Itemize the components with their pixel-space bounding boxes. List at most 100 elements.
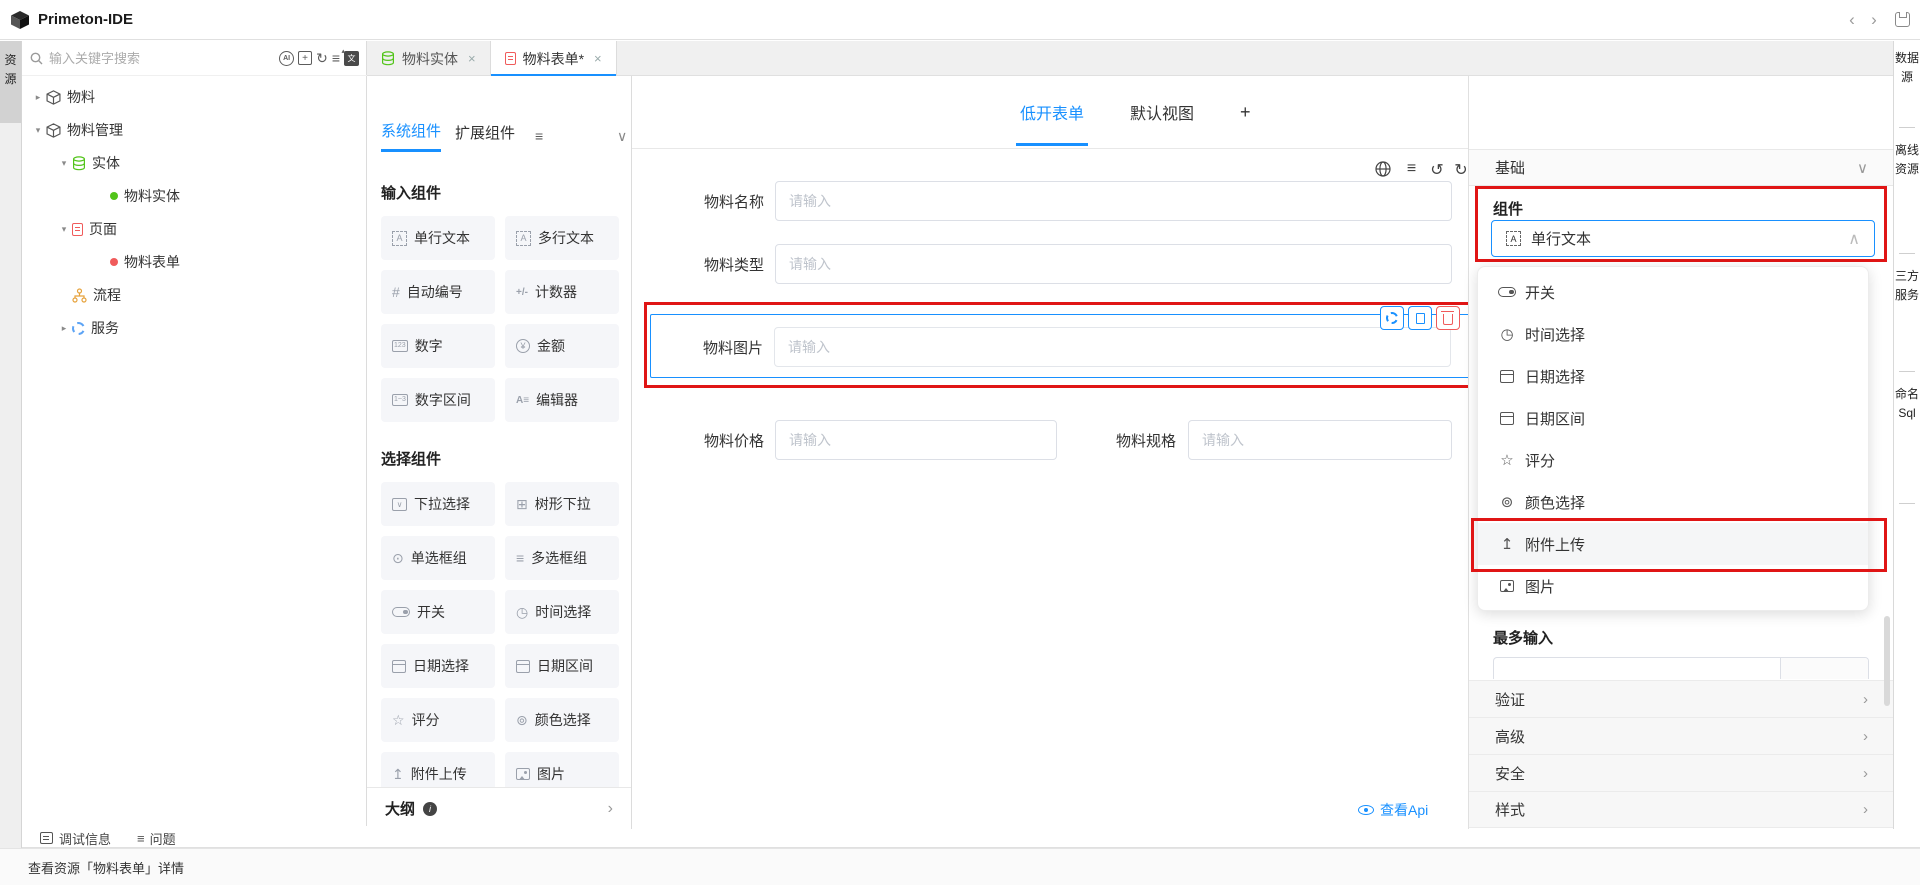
save-icon[interactable]: [1895, 12, 1910, 27]
component-time-picker[interactable]: ◷时间选择: [505, 590, 619, 634]
collapse-arrow-icon[interactable]: ▾: [56, 224, 72, 235]
rail-tab-named-sql[interactable]: 命名Sql: [1894, 385, 1920, 423]
new-resource-icon[interactable]: +: [298, 51, 312, 65]
inspector-section-basic[interactable]: 基础 ∨: [1469, 149, 1894, 186]
i18n-globe-icon[interactable]: [1374, 160, 1392, 178]
option-switch[interactable]: 开关: [1478, 271, 1868, 313]
field-delete-button[interactable]: [1436, 306, 1460, 330]
debug-info-button[interactable]: 调试信息: [40, 829, 111, 848]
component-amount[interactable]: ¥金额: [505, 324, 619, 368]
bottom-toolbar: 调试信息 ≡ 问题: [22, 829, 1920, 848]
field-label-material-image: 物料图片: [687, 327, 763, 367]
component-type-select[interactable]: A 单行文本 ∧: [1491, 220, 1875, 257]
undo-icon[interactable]: ↺: [1426, 160, 1448, 180]
component-tree-select[interactable]: ⊞树形下拉: [505, 482, 619, 526]
close-tab-icon[interactable]: ×: [468, 51, 476, 66]
inspector-section-security[interactable]: 安全›: [1469, 754, 1894, 791]
component-type-value: 单行文本: [1531, 228, 1848, 249]
tree-item-service[interactable]: ▸ 服务: [56, 314, 119, 342]
ai-assist-icon[interactable]: AI: [279, 51, 294, 66]
expand-arrow-icon[interactable]: ▸: [56, 323, 72, 334]
search-input[interactable]: [49, 51, 214, 66]
component-multi-line-text[interactable]: A多行文本: [505, 216, 619, 260]
view-tab-lowcode-form[interactable]: 低开表单: [1020, 100, 1084, 124]
tree-item-material-entity[interactable]: 物料实体: [110, 182, 180, 210]
translate-icon[interactable]: 文: [344, 51, 359, 66]
tree-item-material-form[interactable]: 物料表单: [110, 248, 180, 276]
editor-tab-material-entity[interactable]: 物料实体 ×: [367, 41, 491, 76]
outline-footer[interactable]: 大纲 i ›: [367, 787, 631, 829]
image-icon: [1500, 580, 1514, 592]
option-rating[interactable]: ☆评分: [1478, 439, 1868, 481]
option-color-picker[interactable]: ⊚颜色选择: [1478, 481, 1868, 523]
rail-tab-data-source[interactable]: 数据源: [1894, 49, 1920, 87]
chevron-up-icon: ∧: [1848, 229, 1860, 249]
nav-back-icon[interactable]: ‹: [1841, 10, 1863, 30]
divider: [1899, 503, 1915, 504]
field-input-material-name[interactable]: [775, 181, 1452, 221]
outline-list-icon[interactable]: ≡: [1400, 160, 1422, 178]
rail-tab-third-party-services[interactable]: 三方服务: [1894, 267, 1920, 305]
inspector-scrollbar[interactable]: [1884, 616, 1890, 706]
component-counter[interactable]: +/-计数器: [505, 270, 619, 314]
component-panel-tabs: 系统组件 扩展组件 ≡ ∨: [381, 120, 543, 152]
field-copy-button[interactable]: [1408, 306, 1432, 330]
tab-extension-components[interactable]: 扩展组件: [455, 122, 515, 151]
component-dropdown[interactable]: ∨下拉选择: [381, 482, 495, 526]
stepper-handle[interactable]: [1780, 658, 1868, 679]
tree-item-material-mgmt[interactable]: ▾ 物料管理: [30, 116, 123, 144]
problems-button[interactable]: ≡ 问题: [137, 829, 176, 848]
field-input-material-image[interactable]: [774, 327, 1451, 367]
field-input-material-type[interactable]: [775, 244, 1452, 284]
tree-item-process[interactable]: 流程: [72, 281, 121, 309]
refresh-icon[interactable]: ↻: [316, 50, 328, 67]
component-date-range[interactable]: 日期区间: [505, 644, 619, 688]
collapse-all-icon[interactable]: ≡: [332, 50, 340, 66]
info-icon: i: [423, 802, 437, 816]
tree-item-material[interactable]: ▸ 物料: [30, 83, 95, 111]
expand-arrow-icon[interactable]: ▸: [30, 92, 46, 103]
rail-tab-resources[interactable]: 资源: [0, 41, 21, 123]
field-settings-button[interactable]: [1380, 306, 1404, 330]
component-property-label: 组件: [1493, 198, 1523, 219]
inspector-section-validation[interactable]: 验证›: [1469, 680, 1894, 717]
nav-forward-icon[interactable]: ›: [1863, 10, 1885, 30]
tree-item-page[interactable]: ▾ 页面: [56, 215, 117, 243]
component-rating[interactable]: ☆评分: [381, 698, 495, 742]
view-tab-default-view[interactable]: 默认视图: [1130, 100, 1194, 124]
component-auto-number[interactable]: #自动编号: [381, 270, 495, 314]
view-api-link[interactable]: 查看Api: [1358, 800, 1428, 820]
panel-collapse-icon[interactable]: ∨: [617, 128, 627, 145]
component-editor[interactable]: A≡编辑器: [505, 378, 619, 422]
component-color-picker[interactable]: ⊚颜色选择: [505, 698, 619, 742]
collapse-arrow-icon[interactable]: ▾: [56, 158, 72, 169]
collapse-arrow-icon[interactable]: ▾: [30, 125, 46, 136]
app-logo-icon: [10, 10, 30, 30]
annotation-box-attachment-upload: [1471, 518, 1887, 572]
field-input-material-spec[interactable]: [1188, 420, 1452, 460]
editor-tab-material-form[interactable]: 物料表单* ×: [491, 41, 617, 76]
checkbox-group-icon: ≡: [516, 550, 524, 566]
max-input-field[interactable]: [1493, 657, 1869, 679]
inspector-section-style[interactable]: 样式›: [1469, 791, 1894, 828]
tab-system-components[interactable]: 系统组件: [381, 120, 441, 152]
option-date-range[interactable]: 日期区间: [1478, 397, 1868, 439]
component-date-picker[interactable]: 日期选择: [381, 644, 495, 688]
tree-item-entity[interactable]: ▾ 实体: [56, 149, 120, 177]
inspector-section-advanced[interactable]: 高级›: [1469, 717, 1894, 754]
explorer-search-row: AI + ↻ ≡ 文: [22, 41, 367, 76]
component-radio-group[interactable]: ⊙单选框组: [381, 536, 495, 580]
component-number[interactable]: 123数字: [381, 324, 495, 368]
close-tab-icon[interactable]: ×: [594, 51, 602, 66]
component-switch[interactable]: 开关: [381, 590, 495, 634]
rail-tab-offline-resources[interactable]: 离线资源: [1894, 141, 1920, 179]
text-icon: A: [392, 231, 407, 246]
option-time-picker[interactable]: ◷时间选择: [1478, 313, 1868, 355]
component-single-line-text[interactable]: A单行文本: [381, 216, 495, 260]
option-date-picker[interactable]: 日期选择: [1478, 355, 1868, 397]
panel-menu-icon[interactable]: ≡: [535, 128, 543, 144]
field-input-material-price[interactable]: [775, 420, 1057, 460]
add-view-button[interactable]: +: [1240, 102, 1251, 123]
component-checkbox-group[interactable]: ≡多选框组: [505, 536, 619, 580]
component-number-range[interactable]: 1~3数字区间: [381, 378, 495, 422]
